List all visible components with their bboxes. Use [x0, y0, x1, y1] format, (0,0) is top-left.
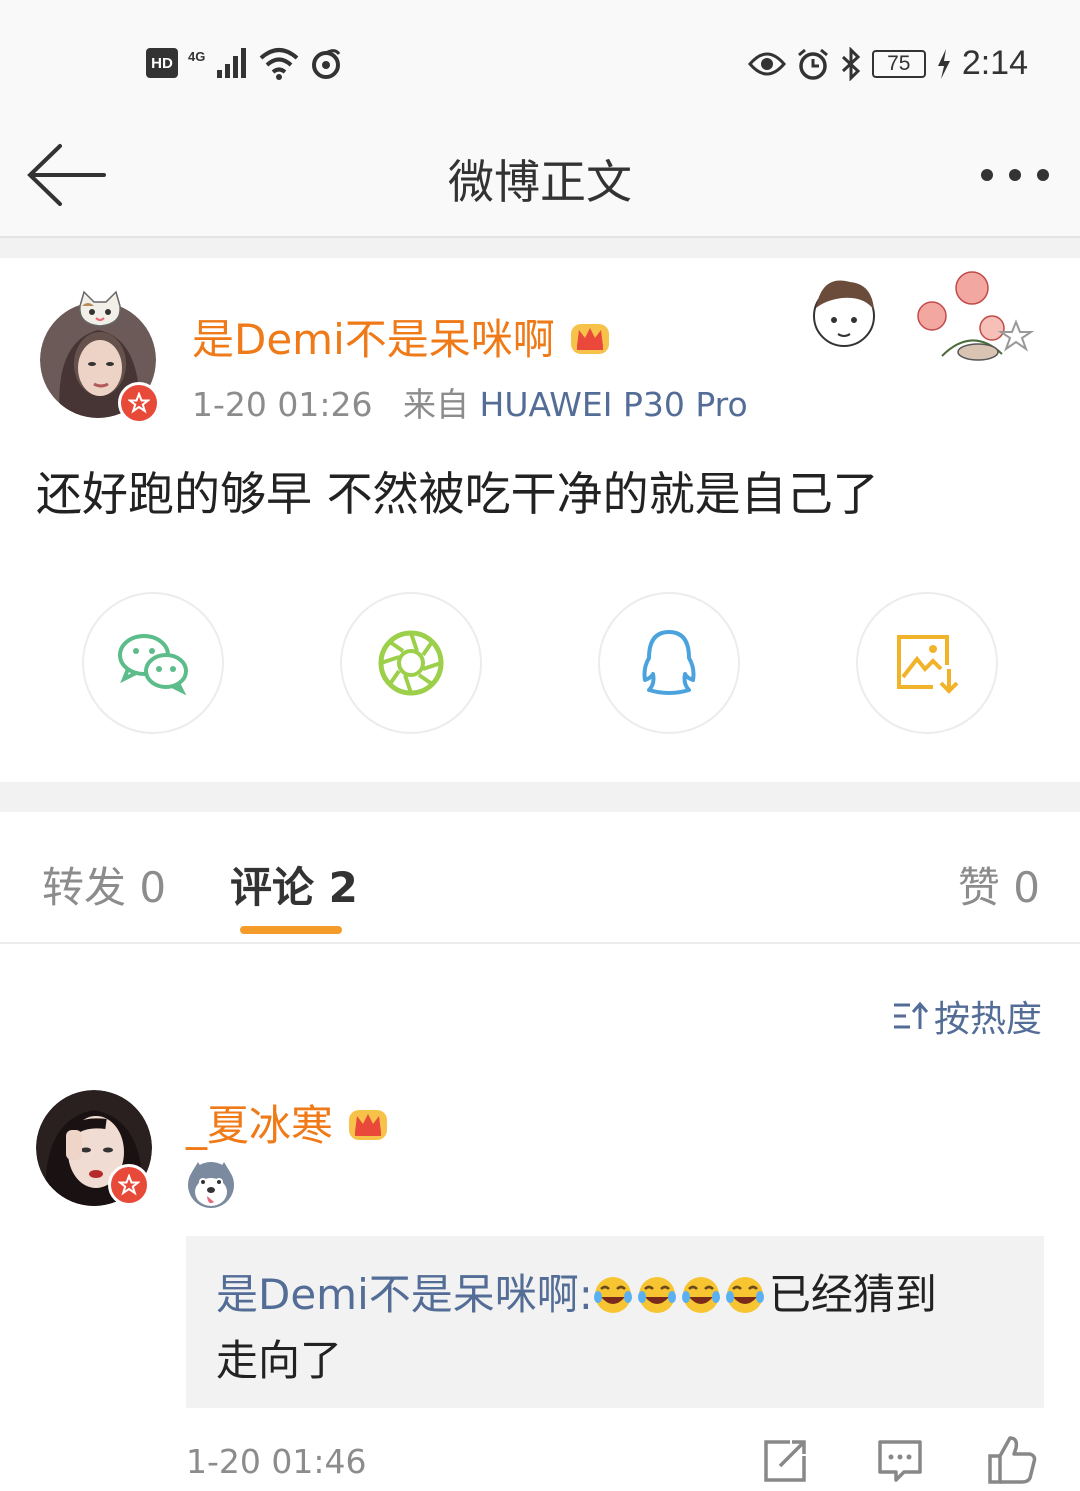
hd-badge: HD: [146, 48, 178, 78]
nav-bar: 微博正文: [0, 120, 1080, 238]
active-tab-indicator: [240, 926, 342, 934]
post-author[interactable]: 是Demi不是呆咪啊: [192, 306, 613, 367]
laugh-cry-emoji-icon: [681, 1277, 720, 1313]
husky-emoji-icon: [188, 1162, 234, 1208]
share-wechat-button[interactable]: [82, 592, 224, 734]
verified-badge: [108, 1164, 150, 1206]
divider: [0, 782, 1080, 812]
battery-indicator: 75: [871, 49, 926, 78]
share-moments-button[interactable]: [340, 592, 482, 734]
sort-label: 按热度: [933, 999, 1042, 1040]
charging-icon: [937, 48, 950, 79]
laugh-cry-emoji-icon: [637, 1277, 676, 1313]
weibo-notify-icon: [312, 49, 341, 79]
post-author-name: 是Demi不是呆咪啊: [192, 315, 555, 364]
post-device: HUAWEI P30 Pro: [479, 385, 748, 424]
clock: 2:14: [961, 44, 1028, 82]
vip-crown-icon: [349, 1109, 388, 1140]
post-time: 1-20 01:26: [192, 385, 373, 424]
star-icon: [128, 392, 150, 414]
wechat-icon: [118, 634, 188, 695]
source-label: 来自: [403, 385, 469, 424]
status-left: HD 4G: [146, 46, 343, 80]
qq-icon: [642, 630, 696, 695]
wifi-icon: [260, 48, 299, 80]
cat-ears-icon: [79, 290, 121, 327]
save-image-button[interactable]: [856, 592, 998, 734]
vip-crown-icon: [570, 323, 609, 354]
author-avatar[interactable]: [40, 290, 160, 424]
like-comment-icon[interactable]: [986, 1434, 1038, 1486]
comment-author[interactable]: _夏冰寒: [186, 1092, 391, 1153]
tab-bar: 转发 0 评论 2 赞 0: [0, 812, 1080, 944]
more-options-icon[interactable]: [978, 162, 1052, 188]
laugh-cry-emoji-icon: [725, 1277, 764, 1313]
card-decoration: [813, 271, 1035, 361]
star-icon: [118, 1174, 140, 1196]
lotus-decoration: [917, 271, 1005, 361]
network-type: 4G: [188, 48, 206, 64]
reply-text-line2: 走向了: [216, 1336, 343, 1385]
status-right: 75 2:14: [747, 44, 1028, 83]
commenter-avatar[interactable]: [36, 1090, 152, 1206]
tab-likes[interactable]: 赞 0: [958, 854, 1040, 915]
signal-icon: [217, 48, 247, 78]
quoted-reply[interactable]: 是Demi不是呆咪啊: 已经猜到走向了: [186, 1236, 1044, 1408]
repost-comment-icon[interactable]: [760, 1434, 812, 1486]
tab-repost[interactable]: 转发 0: [42, 854, 166, 915]
tab-comments[interactable]: 评论 2: [230, 854, 358, 915]
post-body: 还好跑的够早 不然被吃干净的就是自己了: [36, 467, 879, 521]
share-qq-button[interactable]: [598, 592, 740, 734]
divider: [0, 238, 1080, 258]
eye-icon: [747, 52, 786, 75]
page-title: 微博正文: [448, 155, 632, 209]
comment-time: 1-20 01:46: [186, 1442, 367, 1481]
moments-icon: [378, 630, 444, 696]
alarm-icon: [797, 48, 828, 80]
favorite-star-icon: [997, 319, 1035, 352]
post-card: 是Demi不是呆咪啊 1-20 01:26 来自 HUAWEI P30 Pro …: [0, 258, 1080, 782]
verified-badge: [118, 382, 160, 424]
post-meta: 1-20 01:26 来自 HUAWEI P30 Pro: [192, 378, 748, 426]
laugh-cry-emoji-icon: [593, 1277, 632, 1313]
reply-comment-icon[interactable]: [874, 1434, 926, 1486]
reply-author[interactable]: 是Demi不是呆咪啊:: [216, 1270, 593, 1319]
comment-author-name: _夏冰寒: [186, 1101, 334, 1150]
bluetooth-icon: [841, 46, 860, 81]
reply-text-line1: 已经猜到: [768, 1270, 937, 1319]
sort-by-hot-button[interactable]: 按热度: [892, 990, 1042, 1042]
save-image-icon: [897, 635, 959, 694]
status-bar: HD 4G 75 2:14: [0, 0, 1080, 120]
sort-icon: [893, 1001, 928, 1029]
